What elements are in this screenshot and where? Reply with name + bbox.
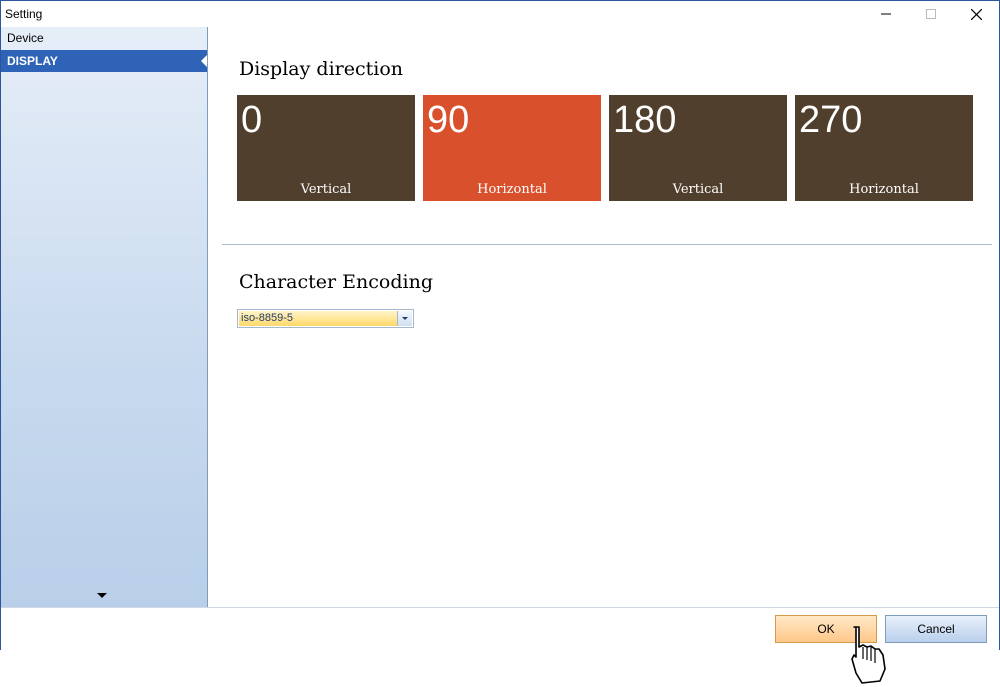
maximize-icon	[926, 9, 936, 19]
close-icon	[970, 8, 982, 20]
direction-tile-0[interactable]: 0 Vertical	[237, 95, 415, 201]
encoding-select[interactable]: iso-8859-5	[237, 309, 414, 328]
minimize-icon	[881, 13, 891, 15]
character-encoding-title: Character Encoding	[239, 271, 433, 293]
direction-tile-270[interactable]: 270 Horizontal	[795, 95, 973, 201]
sidebar-item-label: DISPLAY	[7, 54, 58, 68]
close-button[interactable]	[953, 1, 999, 27]
section-divider	[222, 244, 992, 245]
display-direction-title: Display direction	[239, 58, 403, 80]
direction-tile-90[interactable]: 90 Horizontal	[423, 95, 601, 201]
settings-window: Setting Device DISPLAY Display direction…	[0, 0, 1000, 650]
tile-label: Horizontal	[477, 182, 547, 197]
direction-tile-180[interactable]: 180 Vertical	[609, 95, 787, 201]
tile-value: 0	[241, 99, 263, 141]
settings-content: Display direction 0 Vertical 90 Horizont…	[208, 27, 999, 607]
window-title: Setting	[5, 7, 43, 21]
sidebar-item-display[interactable]: DISPLAY	[1, 50, 207, 72]
tile-label: Vertical	[672, 182, 724, 197]
encoding-selected-value: iso-8859-5	[239, 311, 397, 326]
selection-pointer-icon	[201, 55, 207, 67]
tile-value: 90	[427, 99, 470, 141]
scroll-down-arrow-icon[interactable]	[97, 593, 107, 598]
tile-label: Horizontal	[849, 182, 919, 197]
hand-pointer-cursor-icon	[851, 626, 886, 684]
tile-value: 180	[613, 99, 677, 141]
chevron-down-icon	[402, 317, 408, 320]
cancel-button[interactable]: Cancel	[885, 615, 987, 643]
sidebar-item-device[interactable]: Device	[1, 27, 207, 49]
sidebar-item-label: Device	[7, 31, 44, 45]
title-bar: Setting	[1, 1, 999, 27]
minimize-button[interactable]	[863, 1, 909, 27]
tile-label: Vertical	[300, 182, 352, 197]
tile-value: 270	[799, 99, 863, 141]
sidebar: Device DISPLAY	[1, 27, 208, 607]
maximize-button[interactable]	[908, 1, 954, 27]
dropdown-button[interactable]	[397, 311, 412, 326]
